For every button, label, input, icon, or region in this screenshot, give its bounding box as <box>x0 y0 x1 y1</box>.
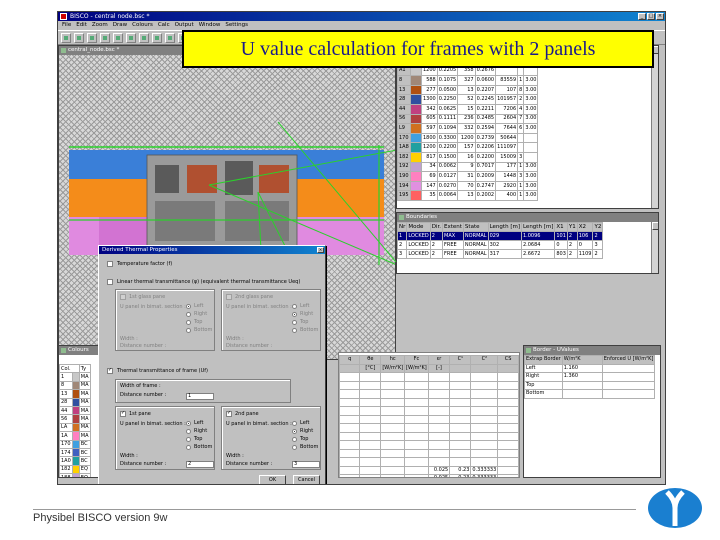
radio-right[interactable] <box>186 312 191 317</box>
linear-transmittance-checkbox[interactable] <box>107 279 113 285</box>
radio-top[interactable] <box>186 437 191 442</box>
first-pane-checkbox[interactable] <box>120 410 126 417</box>
second-pane-checkbox[interactable] <box>226 410 232 417</box>
physibel-logo-icon <box>648 488 702 528</box>
width-label: Width : <box>226 453 244 459</box>
distance-label: Distance number : <box>120 461 167 467</box>
second-pane-gray-label: 2nd glass pane <box>235 294 274 300</box>
first-pane-gray-group: 1st glass pane U panel in bimat. section… <box>115 289 215 351</box>
radio-left[interactable] <box>186 421 191 426</box>
radio-right[interactable] <box>292 429 297 434</box>
radio-top-label: Top <box>194 319 203 325</box>
slide: BISCO - central node.bsc * _ □ × File Edi… <box>0 0 720 540</box>
radio-bottom[interactable] <box>186 445 191 450</box>
first-pane-gray-label: 1st glass pane <box>129 294 166 300</box>
first-pane-label: 1st pane <box>129 411 151 417</box>
temperature-factor-checkbox[interactable] <box>107 261 113 267</box>
dialog-title: Derived Thermal Properties <box>102 247 178 253</box>
temperature-factor-label: Temperature factor (f) <box>117 261 173 267</box>
width-label: Width : <box>226 336 244 342</box>
distance-label: Distance number : <box>226 343 273 349</box>
second-pane-label: 2nd pane <box>235 411 259 417</box>
radio-right-label: Right <box>300 428 314 434</box>
radio-left[interactable] <box>292 421 297 426</box>
radio-bottom-label: Bottom <box>194 444 213 450</box>
first-pane-group: 1st pane U panel in bimat. section : Lef… <box>115 406 215 470</box>
u-panel-label: U panel in bimat. section : <box>120 421 186 427</box>
frame-distance-label: Distance number : <box>120 392 167 398</box>
first-pane-distance-field[interactable]: 2 <box>186 461 214 468</box>
radio-bottom-label: Bottom <box>194 327 213 333</box>
radio-bottom[interactable] <box>292 445 297 450</box>
footer-text: Physibel BISCO version 9w <box>33 512 168 524</box>
radio-top[interactable] <box>292 437 297 442</box>
second-pane-gray-group: 2nd glass pane U panel in bimat. section… <box>221 289 321 351</box>
u-panel-label: U panel in bimat. section : <box>120 304 186 310</box>
radio-right-label: Right <box>194 428 208 434</box>
radio-right[interactable] <box>292 312 297 317</box>
distance-label: Distance number : <box>226 461 273 467</box>
radio-bottom[interactable] <box>186 328 191 333</box>
width-label: Width : <box>120 453 138 459</box>
radio-left[interactable] <box>292 304 297 309</box>
radio-left-label: Left <box>300 420 310 426</box>
frame-group: Width of frame : Distance number : 1 <box>115 379 291 403</box>
frame-width-label: Width of frame : <box>120 383 161 389</box>
radio-top-label: Top <box>300 319 309 325</box>
connector-line <box>277 121 397 263</box>
first-pane-gray-checkbox[interactable] <box>120 294 126 300</box>
ok-button[interactable]: OK <box>259 475 286 484</box>
radio-top[interactable] <box>186 320 191 325</box>
radio-right-label: Right <box>194 311 208 317</box>
distance-label: Distance number : <box>120 343 167 349</box>
width-label: Width : <box>120 336 138 342</box>
slide-title: U value calculation for frames with 2 pa… <box>182 30 654 68</box>
frame-transmittance-label: Thermal transmittance of frame (Uf) <box>117 368 209 374</box>
dialog-titlebar[interactable]: Derived Thermal Properties <box>99 246 325 254</box>
radio-top-label: Top <box>194 436 203 442</box>
second-pane-group: 2nd pane U panel in bimat. section : Lef… <box>221 406 321 470</box>
linear-transmittance-label: Linear thermal transmittance (ψ) (equiva… <box>117 279 301 285</box>
radio-top[interactable] <box>292 320 297 325</box>
radio-top-label: Top <box>300 436 309 442</box>
cancel-button[interactable]: Cancel <box>293 475 320 484</box>
radio-right-label: Right <box>300 311 314 317</box>
bisco-app-window: BISCO - central node.bsc * _ □ × File Edi… <box>57 11 666 485</box>
radio-left-label: Left <box>194 420 204 426</box>
footer-divider <box>33 509 636 510</box>
u-panel-label: U panel in bimat. section : <box>226 421 292 427</box>
second-pane-distance-field[interactable]: 3 <box>292 461 320 468</box>
radio-right[interactable] <box>186 429 191 434</box>
radio-bottom[interactable] <box>292 328 297 333</box>
derived-thermal-properties-dialog: Derived Thermal Properties × Temperature… <box>98 245 326 484</box>
second-pane-gray-checkbox[interactable] <box>226 294 232 300</box>
radio-bottom-label: Bottom <box>300 444 319 450</box>
radio-left-label: Left <box>300 303 310 309</box>
u-panel-label: U panel in bimat. section : <box>226 304 292 310</box>
frame-distance-field[interactable]: 1 <box>186 393 214 400</box>
dialog-close-button[interactable]: × <box>317 247 324 253</box>
radio-bottom-label: Bottom <box>300 327 319 333</box>
radio-left-label: Left <box>194 303 204 309</box>
radio-left[interactable] <box>186 304 191 309</box>
frame-transmittance-checkbox[interactable] <box>107 367 113 374</box>
